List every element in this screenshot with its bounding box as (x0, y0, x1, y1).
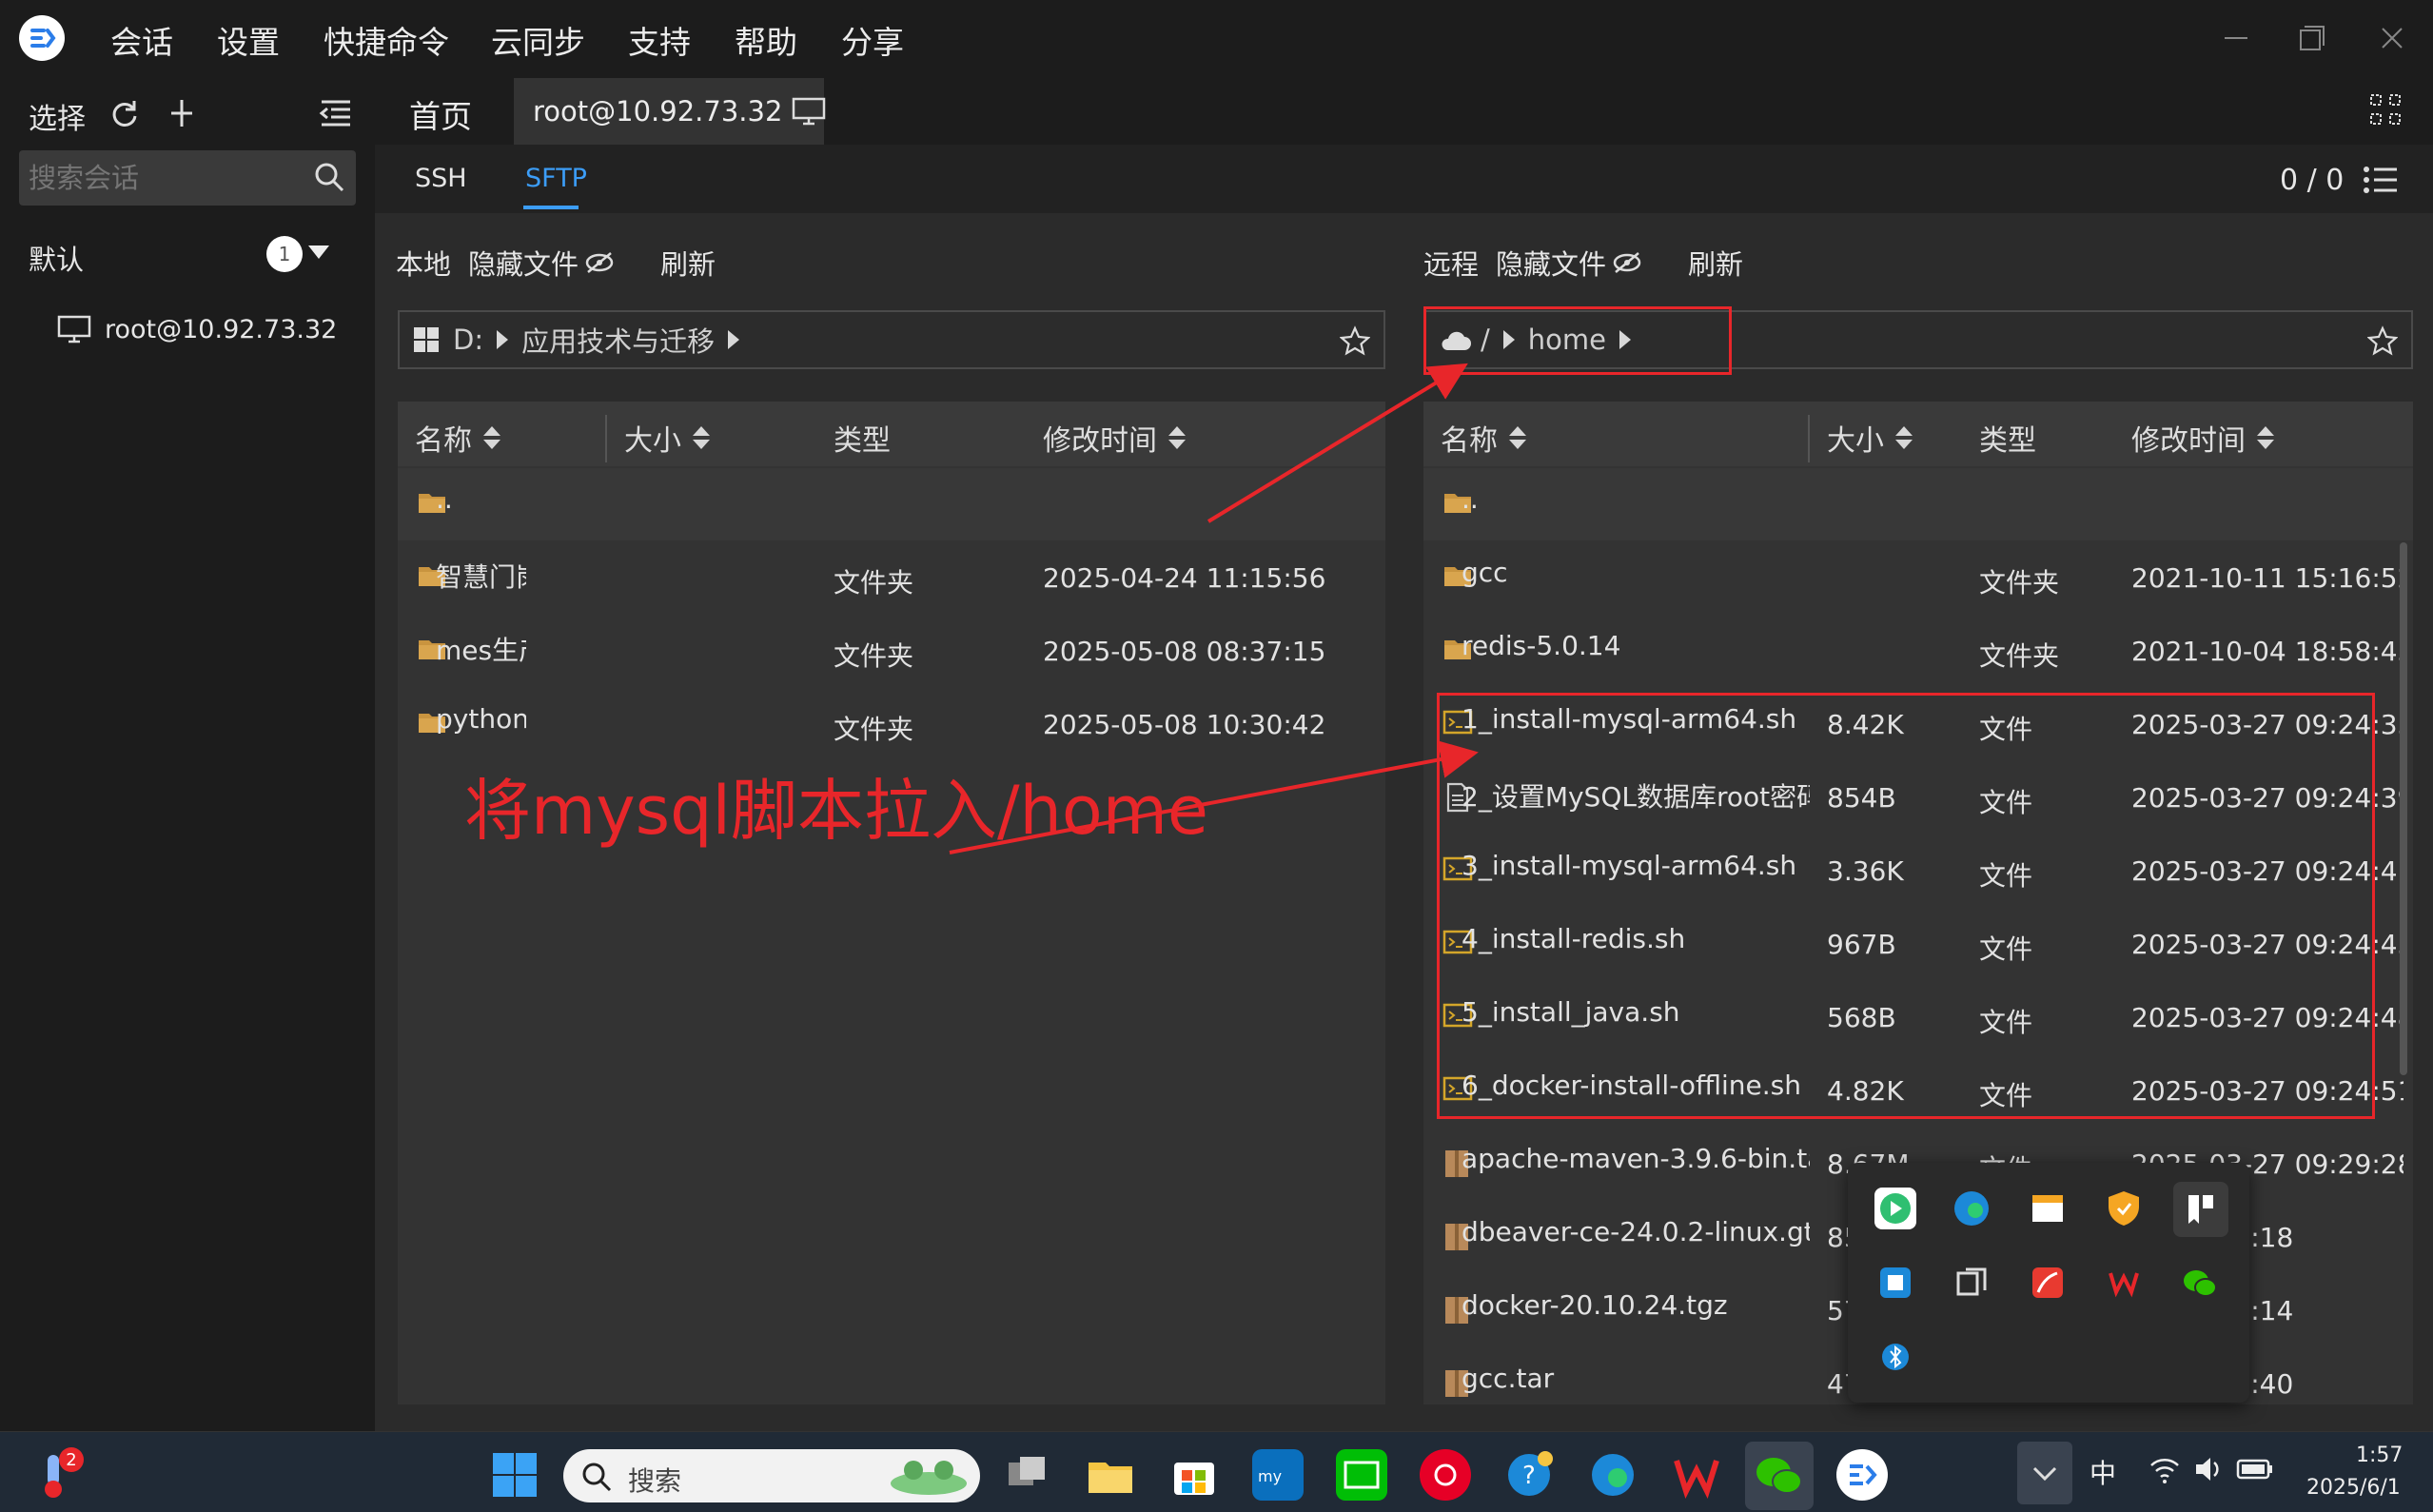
weather-badge: 2 (59, 1447, 84, 1472)
file-explorer-icon[interactable] (1085, 1449, 1136, 1501)
chevron-down-icon (2032, 1466, 2057, 1482)
task-view-icon[interactable] (1001, 1449, 1052, 1501)
search-icon (580, 1461, 613, 1493)
ime-indicator[interactable]: 中 (2090, 1453, 2116, 1491)
wechat-icon[interactable] (2179, 1262, 2221, 1304)
clock-date[interactable]: 2025/6/1 (2306, 1476, 2401, 1500)
weather-widget[interactable]: 2 (36, 1447, 84, 1501)
taskbar: 2 搜索 my ? 中 1:57 2025/6/1 (0, 1431, 2433, 1512)
remote-app-icon[interactable] (1874, 1262, 1916, 1304)
finalshell-app-icon[interactable] (1836, 1449, 1888, 1501)
tray-overflow-button[interactable] (2017, 1442, 2072, 1504)
clock-time[interactable]: 1:57 (2356, 1443, 2403, 1467)
wps-icon[interactable] (2103, 1262, 2145, 1304)
window-app-icon[interactable] (2027, 1188, 2069, 1229)
edge-browser-icon[interactable] (1587, 1449, 1638, 1501)
start-menu-icon[interactable] (489, 1449, 540, 1501)
copy-icon[interactable] (1951, 1262, 1992, 1304)
svg-text:?: ? (1522, 1462, 1536, 1490)
wechat-icon (1756, 1458, 1802, 1494)
svg-text:my: my (1258, 1467, 1282, 1485)
taskbar-search-placeholder: 搜索 (628, 1465, 682, 1497)
myhp-icon[interactable]: my (1252, 1449, 1304, 1501)
search-highlight-icon (887, 1453, 971, 1499)
red-app-icon[interactable] (2027, 1262, 2069, 1304)
battery-icon[interactable] (2236, 1455, 2274, 1483)
store-icon[interactable] (1168, 1449, 1220, 1501)
taskbar-search-box[interactable]: 搜索 (563, 1449, 980, 1502)
netease-music-icon[interactable] (1420, 1449, 1471, 1501)
tray-overflow-popup (1848, 1163, 2249, 1403)
bluetooth-icon[interactable] (1874, 1336, 1916, 1378)
video-player-icon[interactable] (1874, 1188, 1916, 1229)
wps-office-icon[interactable] (1671, 1449, 1722, 1501)
wifi-icon[interactable] (2148, 1453, 2181, 1485)
iqiyi-icon[interactable] (1336, 1449, 1387, 1501)
wechat-taskbar-active[interactable] (1745, 1442, 1814, 1510)
security-shield-icon[interactable] (2103, 1188, 2145, 1229)
volume-icon[interactable] (2192, 1453, 2225, 1485)
edge-icon[interactable] (1951, 1188, 1992, 1229)
bookmark-app-icon[interactable] (2173, 1182, 2228, 1237)
help-icon[interactable]: ? (1503, 1449, 1555, 1501)
